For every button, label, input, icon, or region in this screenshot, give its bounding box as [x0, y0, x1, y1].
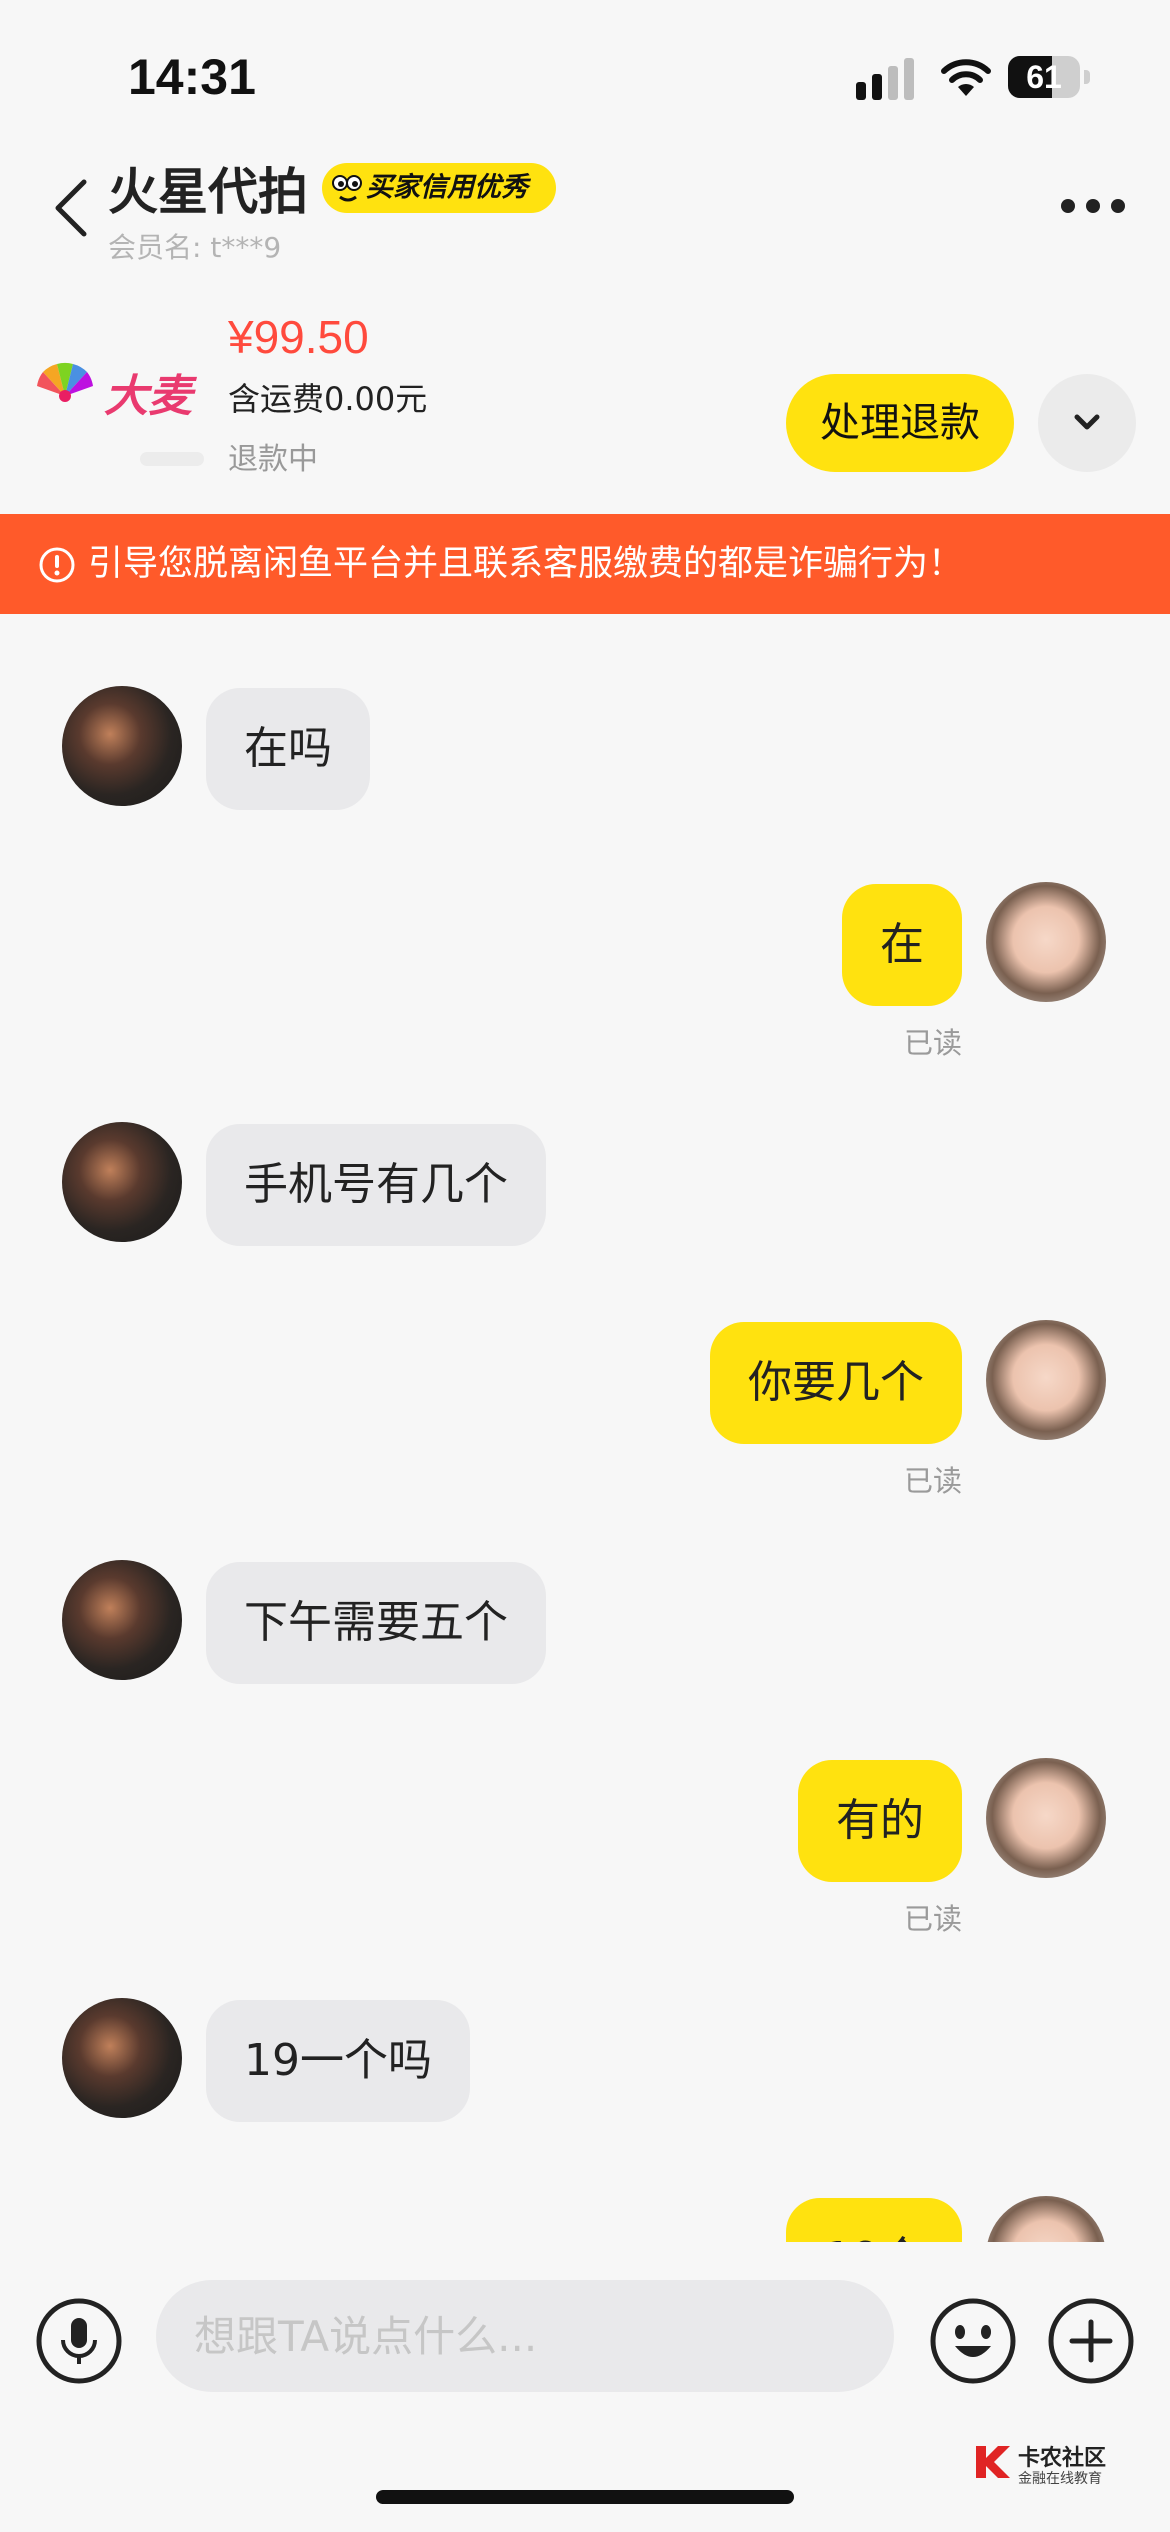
alert-icon	[39, 547, 75, 583]
message-bubble[interactable]: 有的	[798, 1760, 962, 1882]
message-input[interactable]	[156, 2280, 894, 2392]
blurred-text	[140, 452, 204, 466]
chat-list[interactable]: 在吗在已读手机号有几个你要几个已读下午需要五个有的已读19一个吗19个	[0, 614, 1170, 2242]
message-bubble[interactable]: 在	[842, 884, 962, 1006]
process-refund-button[interactable]: 处理退款	[786, 374, 1014, 472]
add-icon[interactable]	[1046, 2296, 1136, 2386]
status-time: 14:31	[128, 49, 256, 105]
shipping-fee: 含运费0.00元	[228, 380, 428, 418]
credit-badge[interactable]: 买家信用优秀	[322, 163, 556, 213]
message-bubble[interactable]: 你要几个	[710, 1322, 962, 1444]
damai-logo[interactable]: 大麦	[34, 352, 206, 422]
back-arrow-icon[interactable]	[50, 178, 90, 238]
watermark: 卡农社区 金融在线教育	[972, 2440, 1164, 2490]
kanong-logo-icon	[976, 2446, 1010, 2478]
wifi-icon	[941, 59, 991, 96]
fraud-warning-banner: 引导您脱离闲鱼平台并且联系客服缴费的都是诈骗行为！	[0, 514, 1170, 614]
microphone-icon[interactable]	[34, 2296, 124, 2386]
product-price: ¥99.50	[228, 311, 369, 363]
member-name: 会员名: t***9	[108, 231, 282, 264]
buyer-avatar[interactable]	[986, 1758, 1106, 1878]
expand-button[interactable]	[1038, 374, 1136, 472]
fish-face-icon	[328, 171, 368, 207]
read-receipt: 已读	[903, 1464, 962, 1498]
seller-avatar[interactable]	[62, 1560, 182, 1680]
read-receipt: 已读	[903, 1902, 962, 1936]
watermark-subtitle: 金融在线教育	[1018, 2471, 1102, 2487]
seller-avatar[interactable]	[62, 686, 182, 806]
message-bubble[interactable]: 下午需要五个	[206, 1562, 546, 1684]
buyer-avatar[interactable]	[986, 2196, 1106, 2242]
seller-avatar[interactable]	[62, 1122, 182, 1242]
order-status: 退款中	[228, 442, 318, 477]
message-bubble[interactable]: 手机号有几个	[206, 1124, 546, 1246]
more-options-icon[interactable]	[1060, 198, 1126, 214]
seller-avatar[interactable]	[62, 1998, 182, 2118]
logo-text: 大麦	[104, 371, 192, 422]
battery-icon: 61	[1008, 56, 1090, 98]
battery-percent: 61	[1026, 59, 1062, 95]
buyer-avatar[interactable]	[986, 882, 1106, 1002]
peacock-icon	[37, 362, 93, 402]
cellular-signal-icon	[856, 58, 914, 100]
read-receipt: 已读	[903, 1026, 962, 1060]
chevron-down-icon	[1074, 414, 1100, 430]
warning-text: 引导您脱离闲鱼平台并且联系客服缴费的都是诈骗行为！	[88, 544, 964, 584]
credit-badge-label: 买家信用优秀	[366, 172, 528, 203]
home-indicator[interactable]	[376, 2490, 794, 2504]
buyer-avatar[interactable]	[986, 1320, 1106, 1440]
seller-name[interactable]: 火星代拍	[108, 152, 308, 224]
message-bubble[interactable]: 19个	[786, 2198, 962, 2242]
message-bubble[interactable]: 在吗	[206, 688, 370, 810]
message-bubble[interactable]: 19一个吗	[206, 2000, 470, 2122]
emoji-icon[interactable]	[928, 2296, 1018, 2386]
